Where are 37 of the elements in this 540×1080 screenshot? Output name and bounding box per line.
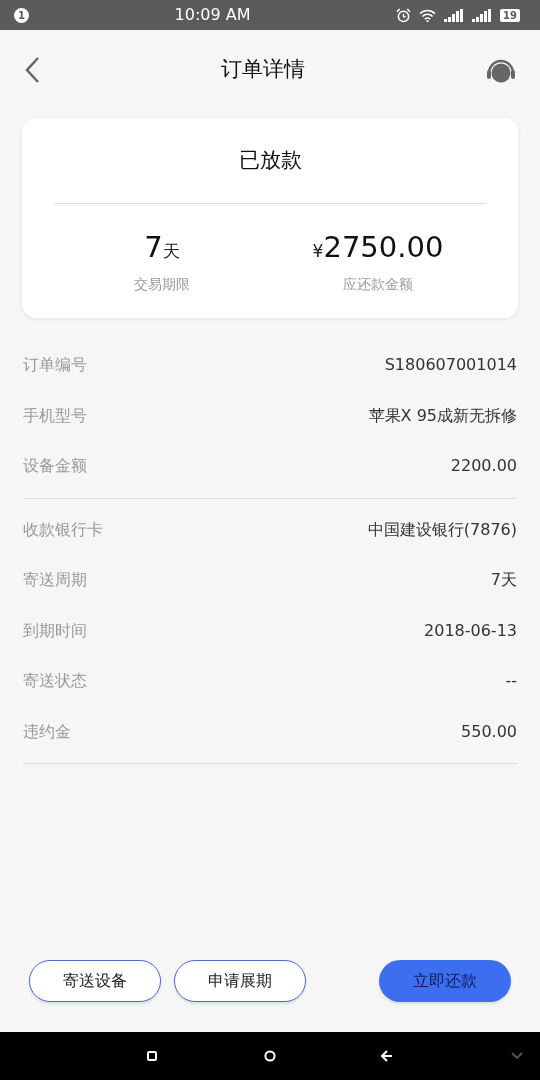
field-value: 7天 [490, 569, 517, 592]
page-title: 订单详情 [221, 56, 305, 84]
loan-status: 已放款 [238, 146, 302, 174]
notification-badge: 1 [14, 7, 29, 23]
field-label: 寄送周期 [23, 569, 87, 592]
field-value: 2018-06-13 [424, 619, 517, 642]
field-label: 违约金 [23, 720, 71, 743]
field-label: 设备金额 [23, 455, 87, 478]
headset-icon[interactable] [486, 57, 516, 83]
battery-level: 19 [500, 8, 520, 22]
stat-label: 交易期限 [134, 276, 190, 292]
action-button[interactable]: 寄送设备 [29, 960, 161, 1002]
field-label: 收款银行卡 [23, 518, 103, 541]
field-label: 订单编号 [23, 354, 87, 377]
clock: 10:09 AM [174, 5, 251, 24]
field-value: -- [505, 670, 517, 693]
signal-icon [444, 8, 465, 22]
stat-value: 7 [144, 230, 163, 264]
recents-icon[interactable] [147, 1051, 157, 1061]
field-value: 2200.00 [450, 455, 517, 478]
field-value: 550.00 [461, 720, 517, 743]
action-button[interactable]: 申请展期 [174, 960, 306, 1002]
field-value: 中国建设银行(7876) [367, 518, 517, 541]
wifi-icon [419, 8, 437, 22]
stat-label: 应还款金额 [343, 276, 413, 292]
stat-unit: 天 [162, 241, 180, 261]
field-value: 苹果X 95成新无拆修 [368, 404, 517, 427]
alarm-icon [396, 7, 412, 23]
signal-icon [472, 8, 493, 22]
currency-symbol: ¥ [312, 241, 324, 261]
field-value: S180607001014 [384, 354, 517, 377]
stat-value: 2750.00 [323, 230, 444, 264]
home-icon[interactable] [264, 1050, 276, 1062]
field-label: 到期时间 [23, 619, 87, 642]
field-label: 手机型号 [23, 404, 87, 427]
field-label: 寄送状态 [23, 670, 87, 693]
chevron-down-icon[interactable] [511, 1052, 523, 1060]
